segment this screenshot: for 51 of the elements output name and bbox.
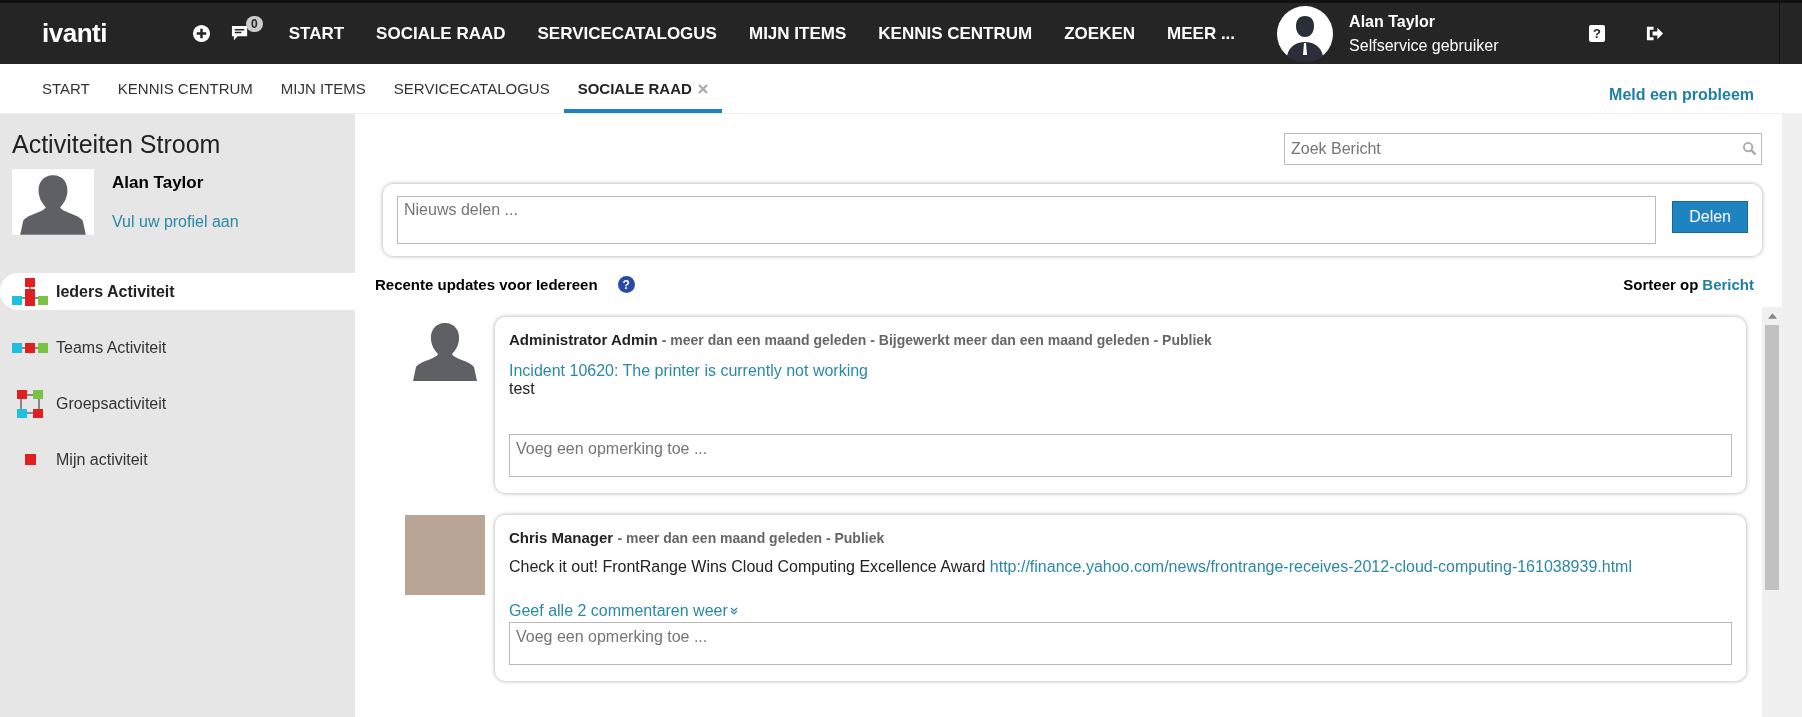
sidebar-title: Activiteiten Stroom (12, 130, 222, 159)
show-comments-link[interactable]: Geef alle 2 commentaren weer (509, 602, 738, 620)
feed-heading: Recente updates voor Iedereen (375, 276, 598, 293)
tab[interactable]: START (28, 64, 104, 113)
logo[interactable]: ivanti (42, 18, 192, 49)
post-text: Check it out! FrontRange Wins Cloud Computing Excellence Award http://finance.yahoo.com/news/frontrange-receives-2012-cloud-computing-161038939.html (509, 558, 1633, 576)
user-role: Selfservice gebruiker (1349, 36, 1500, 55)
report-problem-link[interactable]: Meld een probleem (1609, 85, 1754, 104)
search-icon (1742, 141, 1757, 156)
search-field[interactable]: Zoek Bericht (1284, 133, 1762, 165)
add-icon[interactable] (192, 24, 211, 43)
sidebar-item[interactable]: Groepsactiviteit (0, 385, 355, 422)
notification-badge: 0 (246, 16, 263, 32)
profile-name: Alan Taylor (112, 173, 205, 193)
post-header: Chris Manager - meer dan een maand geleden - Publiek (509, 529, 886, 546)
user-avatar-icon[interactable] (1277, 5, 1334, 62)
network-icon (12, 277, 48, 306)
close-icon[interactable] (697, 83, 708, 94)
nav-menu-item[interactable]: START (272, 23, 361, 44)
nav-menu-item[interactable]: ZOEKEN (1048, 23, 1152, 44)
incident-link[interactable]: Incident 10620: The printer is currently not working (509, 362, 868, 380)
user-name: Alan Taylor (1349, 12, 1437, 31)
tab[interactable]: SERVICECATALOGUS (379, 64, 564, 113)
comment-field[interactable]: Voeg een opmerking toe ... (509, 434, 1732, 477)
square-icon (25, 454, 36, 465)
nav-menu-item[interactable]: MEER ... (1151, 23, 1252, 44)
comment-field[interactable]: Voeg een opmerking toe ... (509, 622, 1732, 665)
share-button[interactable]: Delen (1672, 201, 1748, 233)
nav-menu-item[interactable]: SOCIALE RAAD (360, 23, 522, 44)
chevron-down-icon (729, 607, 738, 615)
help-icon[interactable]: ? (1589, 25, 1606, 42)
nav-menu-item[interactable]: MIJN ITEMS (732, 23, 863, 44)
sidebar-item[interactable]: Teams Activiteit (0, 329, 355, 366)
url-link[interactable]: http://finance.yahoo.com/news/frontrange-receives-2012-cloud-computing-161038939.html (989, 558, 1632, 575)
scroll-up-icon[interactable] (1767, 313, 1777, 319)
sort-label: Sorteer op (1623, 276, 1699, 293)
sort-link[interactable]: Bericht (1702, 276, 1754, 293)
tab[interactable]: MIJN ITEMS (266, 64, 380, 113)
logout-icon[interactable] (1645, 24, 1665, 43)
nav-menu-item[interactable]: SERVICECATALOGUS (521, 23, 733, 44)
sidebar-item[interactable]: Ieders Activiteit (0, 273, 355, 310)
help-icon[interactable]: ? (617, 276, 635, 293)
scrollbar-thumb[interactable] (1765, 325, 1779, 590)
scrollbar[interactable] (1762, 307, 1782, 717)
tab[interactable]: SOCIALE RAAD (563, 64, 722, 113)
post-text: test (509, 380, 536, 398)
sidebar-item[interactable]: Mijn activiteit (0, 441, 355, 478)
share-field[interactable]: Nieuws delen ... (397, 196, 1657, 244)
nav-menu-item[interactable]: KENNIS CENTRUM (862, 23, 1049, 44)
tab[interactable]: KENNIS CENTRUM (103, 64, 267, 113)
post-header: Administrator Admin - meer dan een maand geleden - Bijgewerkt meer dan een maand geleden - Publiek (509, 331, 1213, 348)
